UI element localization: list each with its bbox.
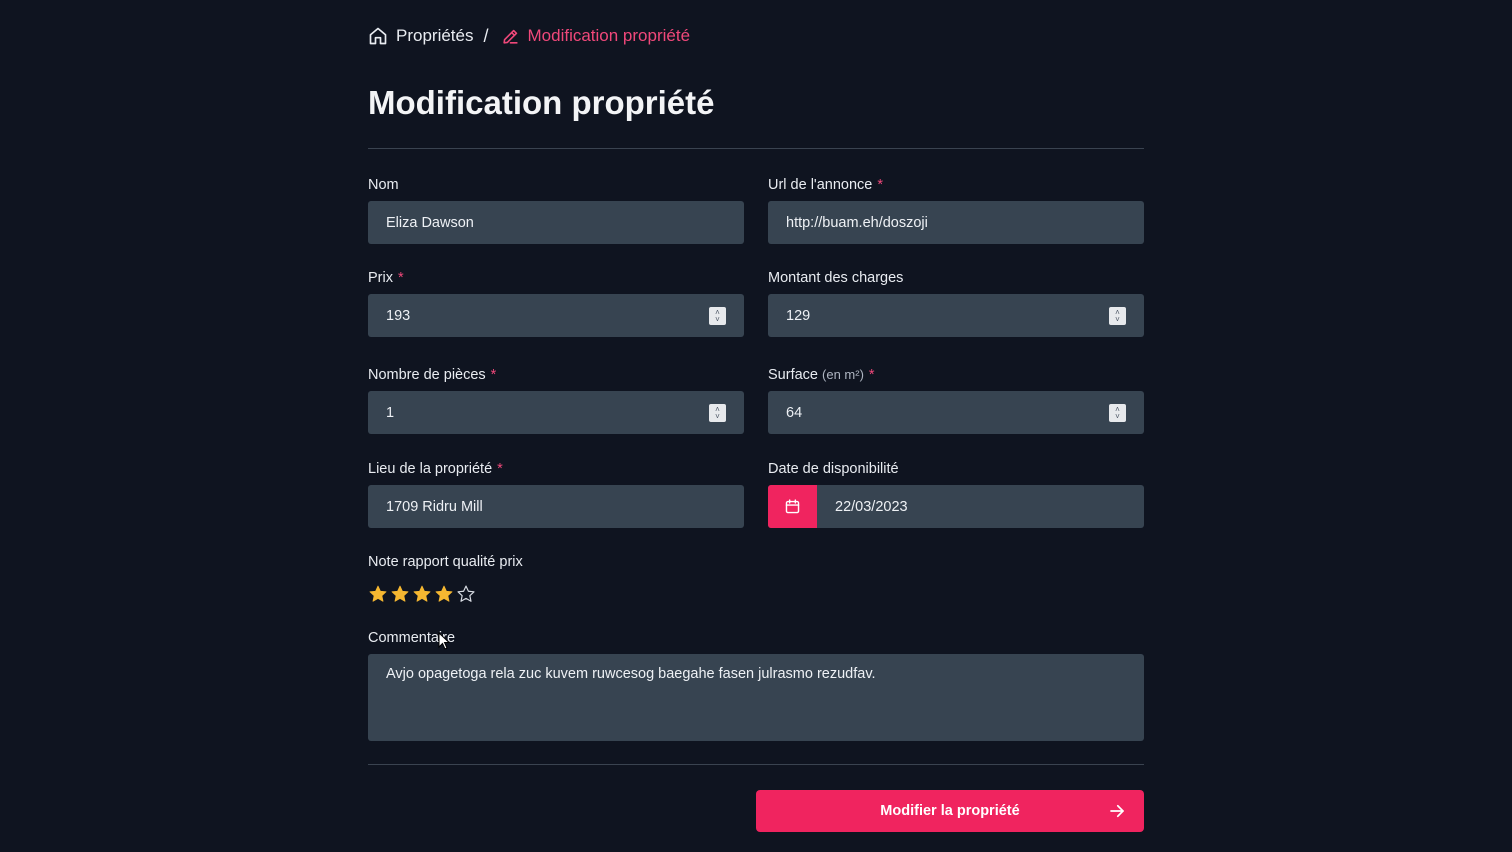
field-url: Url de l'annonce * http://buam.eh/doszoji xyxy=(768,176,1144,244)
surface-label: Surface (en m²) * xyxy=(768,367,875,383)
chevron-down-icon: ˅ xyxy=(715,315,720,324)
breadcrumb-current-label: Modification propriété xyxy=(527,26,691,45)
charges-input[interactable]: 129 ˄ ˅ xyxy=(768,294,1144,337)
mouse-cursor-icon xyxy=(438,632,450,650)
required-marker: * xyxy=(497,461,503,477)
star-empty-icon[interactable] xyxy=(456,584,476,604)
commentaire-value: Avjo opagetoga rela zuc kuvem ruwcesog b… xyxy=(386,666,876,682)
charges-stepper[interactable]: ˄ ˅ xyxy=(1109,307,1126,325)
nom-value: Eliza Dawson xyxy=(386,214,474,231)
date-input[interactable]: 22/03/2023 xyxy=(768,485,1144,528)
star-filled-icon[interactable] xyxy=(390,584,410,604)
pieces-label: Nombre de pièces * xyxy=(368,367,497,383)
breadcrumb-separator: / xyxy=(483,25,489,46)
breadcrumb-home-link[interactable]: Propriétés xyxy=(368,26,473,46)
field-commentaire: Commentaire Avjo opagetoga rela zuc kuve… xyxy=(368,629,1144,741)
surface-stepper[interactable]: ˄ ˅ xyxy=(1109,404,1126,422)
pieces-input[interactable]: 1 ˄ ˅ xyxy=(368,391,744,434)
pencil-icon xyxy=(502,29,518,44)
required-marker: * xyxy=(490,367,497,383)
note-label: Note rapport qualité prix xyxy=(368,554,523,570)
date-value: 22/03/2023 xyxy=(835,498,908,515)
breadcrumb: Propriétés / Modification propriété xyxy=(368,24,690,48)
lieu-value: 1709 Ridru Mill xyxy=(386,498,483,515)
date-picker-button[interactable] xyxy=(768,485,817,528)
required-marker: * xyxy=(877,177,883,193)
lieu-label: Lieu de la propriété * xyxy=(368,461,503,477)
nom-input[interactable]: Eliza Dawson xyxy=(368,201,744,244)
nom-label: Nom xyxy=(368,177,399,193)
prix-label: Prix * xyxy=(368,270,404,286)
commentaire-textarea[interactable]: Avjo opagetoga rela zuc kuvem ruwcesog b… xyxy=(368,654,1144,741)
breadcrumb-current: Modification propriété xyxy=(501,26,691,46)
star-filled-icon[interactable] xyxy=(412,584,432,604)
url-label: Url de l'annonce * xyxy=(768,177,883,193)
commentaire-label: Commentaire xyxy=(368,630,456,646)
field-charges: Montant des charges 129 ˄ ˅ xyxy=(768,269,1144,337)
surface-input[interactable]: 64 ˄ ˅ xyxy=(768,391,1144,434)
field-lieu: Lieu de la propriété * 1709 Ridru Mill xyxy=(368,460,744,528)
calendar-icon xyxy=(785,499,800,514)
url-value: http://buam.eh/doszoji xyxy=(786,214,928,231)
footer-divider xyxy=(368,764,1144,765)
chevron-down-icon: ˅ xyxy=(715,412,720,421)
field-note: Note rapport qualité prix xyxy=(368,553,744,604)
header-divider xyxy=(368,148,1144,149)
required-marker: * xyxy=(397,270,404,286)
rating-stars[interactable] xyxy=(368,584,744,604)
page: Propriétés / Modification propriété Modi… xyxy=(0,0,1512,852)
chevron-down-icon: ˅ xyxy=(1115,315,1120,324)
field-prix: Prix * 193 ˄ ˅ xyxy=(368,269,744,337)
prix-value: 193 xyxy=(386,307,411,324)
pieces-stepper[interactable]: ˄ ˅ xyxy=(709,404,726,422)
charges-value: 129 xyxy=(786,307,811,324)
submit-label: Modifier la propriété xyxy=(880,803,1020,819)
breadcrumb-home-label: Propriétés xyxy=(396,26,474,45)
field-nom: Nom Eliza Dawson xyxy=(368,176,744,244)
page-title: Modification propriété xyxy=(368,84,715,121)
arrow-right-icon xyxy=(1110,804,1124,818)
prix-input[interactable]: 193 ˄ ˅ xyxy=(368,294,744,337)
field-surface: Surface (en m²) * 64 ˄ ˅ xyxy=(768,366,1144,434)
field-pieces: Nombre de pièces * 1 ˄ ˅ xyxy=(368,366,744,434)
url-input[interactable]: http://buam.eh/doszoji xyxy=(768,201,1144,244)
star-filled-icon[interactable] xyxy=(434,584,454,604)
charges-label: Montant des charges xyxy=(768,270,904,286)
surface-value: 64 xyxy=(786,404,803,421)
prix-stepper[interactable]: ˄ ˅ xyxy=(709,307,726,325)
pieces-value: 1 xyxy=(386,404,395,421)
field-date: Date de disponibilité 22/03/2023 xyxy=(768,460,1144,528)
home-icon xyxy=(369,27,387,45)
surface-unit: (en m²) xyxy=(822,367,864,382)
star-filled-icon[interactable] xyxy=(368,584,388,604)
submit-button[interactable]: Modifier la propriété xyxy=(756,790,1144,832)
lieu-input[interactable]: 1709 Ridru Mill xyxy=(368,485,744,528)
required-marker: * xyxy=(868,367,875,383)
chevron-down-icon: ˅ xyxy=(1115,412,1120,421)
date-label: Date de disponibilité xyxy=(768,461,899,477)
